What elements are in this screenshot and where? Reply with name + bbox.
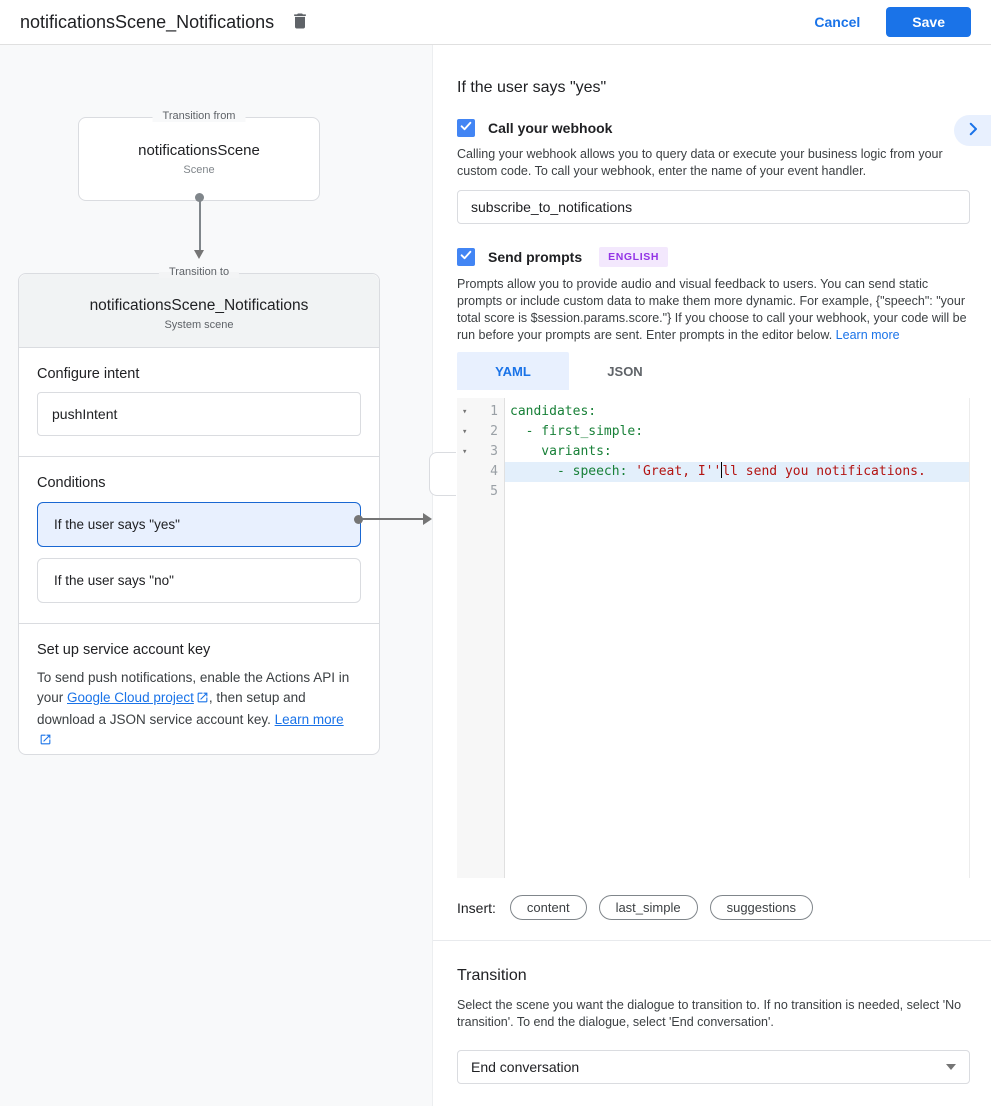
webhook-description: Calling your webhook allows you to query…	[457, 146, 970, 180]
intent-value: pushIntent	[52, 406, 117, 422]
to-scene-type: System scene	[19, 319, 379, 331]
condition-title: If the user says "yes"	[457, 45, 970, 97]
conditions-heading: Conditions	[37, 475, 361, 491]
prompts-description: Prompts allow you to provide audio and v…	[457, 276, 970, 344]
code-line-content: candidates:	[505, 402, 969, 422]
transition-heading: Transition	[457, 967, 970, 985]
code-lines: ▾1candidates:▾2 - first_simple:▾3 varian…	[457, 398, 969, 502]
from-scene-type: Scene	[79, 164, 319, 176]
collapse-panel-button[interactable]	[954, 115, 991, 146]
service-account-section: Set up service account key To send push …	[19, 624, 379, 772]
transition-to-node: Transition to notificationsScene_Notific…	[18, 273, 380, 755]
checkmark-icon	[459, 119, 473, 138]
code-line-1: ▾1candidates:	[457, 402, 969, 422]
top-bar-actions: Cancel Save	[814, 7, 971, 37]
line-number: ▾1	[457, 402, 505, 422]
condition-editor-section: If the user says "yes" Call your webhook…	[433, 45, 991, 941]
condition-editor-panel: If the user says "yes" Call your webhook…	[433, 45, 991, 1106]
webhook-checkbox[interactable]	[457, 119, 475, 137]
code-line-5: 5	[457, 482, 969, 502]
insert-row: Insert: content last_simple suggestions	[457, 895, 970, 920]
code-line-content: - first_simple:	[505, 422, 969, 442]
google-cloud-project-link[interactable]: Google Cloud project	[67, 690, 194, 705]
scene-editor-page: notificationsScene_Notifications Cancel …	[0, 0, 991, 1106]
language-badge: ENGLISH	[599, 247, 668, 267]
prompts-checkbox-row: Send prompts ENGLISH	[457, 247, 970, 267]
condition-item-label: If the user says "yes"	[54, 517, 180, 532]
code-line-2: ▾2 - first_simple:	[457, 422, 969, 442]
line-number: ▾2	[457, 422, 505, 442]
external-link-icon	[39, 732, 52, 752]
panel-connector-notch	[429, 452, 456, 496]
prompts-checkbox[interactable]	[457, 248, 475, 266]
condition-item-label: If the user says "no"	[54, 573, 174, 588]
code-line-content	[505, 482, 969, 502]
code-line-content: - speech: 'Great, I''ll send you notific…	[505, 462, 969, 482]
transition-description: Select the scene you want the dialogue t…	[457, 997, 970, 1031]
configure-intent-section: Configure intent pushIntent	[19, 348, 379, 457]
learn-more-link[interactable]: Learn more	[275, 712, 344, 727]
intent-field[interactable]: pushIntent	[37, 392, 361, 436]
yaml-code-editor[interactable]: ▾1candidates:▾2 - first_simple:▾3 varian…	[457, 398, 970, 878]
cancel-button[interactable]: Cancel	[814, 14, 860, 30]
fold-arrow-icon[interactable]: ▾	[462, 422, 467, 442]
line-number: 5	[457, 482, 505, 502]
transition-select[interactable]: End conversation	[457, 1050, 970, 1084]
line-number: 4	[457, 462, 505, 482]
flow-diagram-panel: Transition from notificationsScene Scene…	[0, 45, 433, 1106]
fold-arrow-icon[interactable]: ▾	[462, 402, 467, 422]
conditions-list: If the user says "yes" If the user says "…	[37, 502, 361, 603]
webhook-label: Call your webhook	[488, 120, 612, 136]
webhook-checkbox-row: Call your webhook	[457, 119, 970, 137]
editor-format-tabs: YAMLJSON	[457, 352, 970, 390]
code-line-3: ▾3 variants:	[457, 442, 969, 462]
scene-node-header[interactable]: notificationsScene_Notifications System …	[19, 274, 379, 348]
insert-content-button[interactable]: content	[510, 895, 587, 920]
service-account-text: To send push notifications, enable the A…	[37, 668, 361, 752]
event-handler-input[interactable]	[457, 190, 970, 224]
transition-section: Transition Select the scene you want the…	[433, 941, 991, 1084]
checkmark-icon	[459, 248, 473, 267]
transition-select-value: End conversation	[471, 1059, 579, 1075]
chevron-right-icon	[964, 120, 982, 141]
top-bar: notificationsScene_Notifications Cancel …	[0, 0, 991, 45]
condition-item-0[interactable]: If the user says "yes"	[37, 502, 361, 547]
insert-suggestions-button[interactable]: suggestions	[710, 895, 813, 920]
code-line-4: 4 - speech: 'Great, I''ll send you notif…	[457, 462, 969, 482]
line-number: ▾3	[457, 442, 505, 462]
configure-intent-heading: Configure intent	[37, 366, 361, 382]
condition-item-1[interactable]: If the user says "no"	[37, 558, 361, 603]
insert-label: Insert:	[457, 900, 496, 916]
transition-from-node[interactable]: Transition from notificationsScene Scene	[78, 117, 320, 201]
conditions-section: Conditions If the user says "yes"If the …	[19, 457, 379, 624]
from-scene-name: notificationsScene	[79, 142, 319, 159]
fold-arrow-icon[interactable]: ▾	[462, 442, 467, 462]
flow-arrow-down	[194, 193, 205, 261]
delete-scene-button[interactable]	[290, 11, 310, 34]
external-link-icon	[196, 690, 209, 710]
transition-to-label: Transition to	[159, 266, 239, 278]
code-line-content: variants:	[505, 442, 969, 462]
page-title: notificationsScene_Notifications	[20, 12, 274, 33]
trash-icon	[290, 11, 310, 34]
caret-down-icon	[946, 1064, 956, 1070]
to-scene-name: notificationsScene_Notifications	[19, 274, 379, 315]
prompts-label: Send prompts	[488, 249, 582, 265]
transition-from-label: Transition from	[153, 110, 246, 122]
tab-yaml[interactable]: YAML	[457, 352, 569, 390]
prompts-learn-more-link[interactable]: Learn more	[836, 328, 900, 342]
service-account-heading: Set up service account key	[37, 642, 361, 658]
save-button[interactable]: Save	[886, 7, 971, 37]
condition-connector-arrow	[354, 513, 432, 525]
tab-json[interactable]: JSON	[569, 352, 681, 390]
insert-last_simple-button[interactable]: last_simple	[599, 895, 698, 920]
